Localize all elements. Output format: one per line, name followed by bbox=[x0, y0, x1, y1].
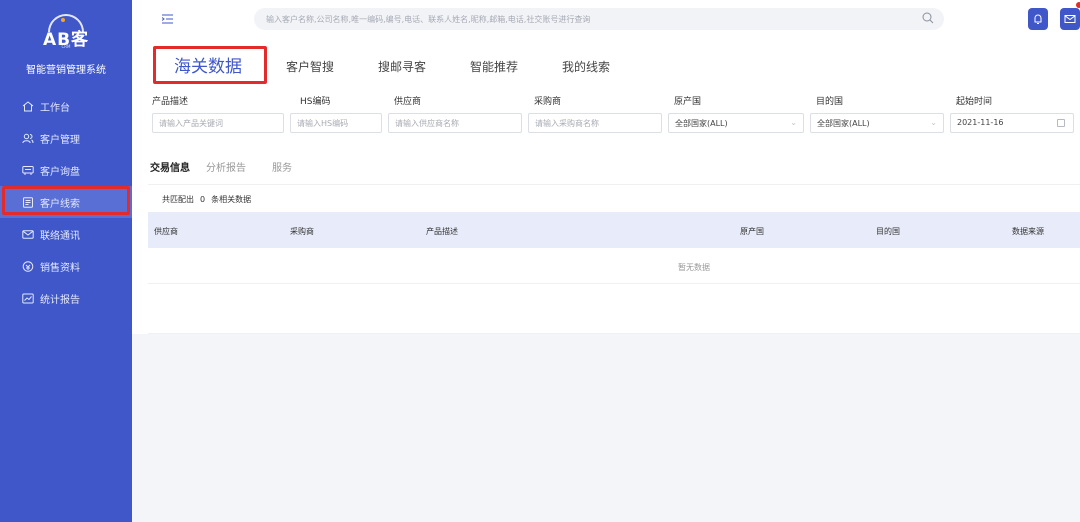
column-destination[interactable]: 目的国 bbox=[876, 226, 900, 237]
filter-bar: 产品描述 请输入产品关键词 HS编码 请输入HS编码 供应商 请输入供应商名称 … bbox=[132, 94, 1080, 136]
app-name: 智能营销管理系统 bbox=[26, 65, 106, 76]
logo: AB客 CRM bbox=[0, 6, 132, 58]
sidebar-item-label: 工作台 bbox=[40, 102, 70, 114]
start-date-value: 2021-11-16 bbox=[957, 118, 1004, 127]
search-input[interactable]: 输入客户名称,公司名称,唯一编码,编号,电话、联系人姓名,昵称,邮箱,电话,社交… bbox=[254, 8, 944, 30]
tab-smart-search[interactable]: 客户智搜 bbox=[286, 58, 334, 75]
sidebar-item-label: 客户询盘 bbox=[40, 166, 80, 178]
hs-input[interactable]: 请输入HS编码 bbox=[290, 113, 382, 133]
logo-sub: CRM bbox=[61, 44, 71, 49]
filter-label: 采购商 bbox=[534, 97, 562, 107]
chevron-down-icon: ⌄ bbox=[930, 118, 937, 127]
filter-supplier: 供应商 请输入供应商名称 bbox=[388, 94, 522, 133]
sidebar-item-sales-docs[interactable]: 销售资料 bbox=[0, 250, 132, 282]
tab-my-clues[interactable]: 我的线索 bbox=[562, 58, 610, 75]
tab-recommend[interactable]: 智能推荐 bbox=[470, 58, 518, 75]
supplier-input[interactable]: 请输入供应商名称 bbox=[388, 113, 522, 133]
topbar: 输入客户名称,公司名称,唯一编码,编号,电话、联系人姓名,昵称,邮箱,电话,社交… bbox=[132, 0, 1080, 40]
destination-select[interactable]: 全部国家(ALL) ⌄ bbox=[810, 113, 944, 133]
filter-start-date: 起始时间 2021-11-16 bbox=[950, 94, 1074, 133]
highlight-box-sidebar bbox=[2, 186, 130, 215]
filter-label: HS编码 bbox=[300, 97, 331, 107]
sidebar-item-label: 联络通讯 bbox=[40, 230, 80, 242]
tab-email-search[interactable]: 搜邮寻客 bbox=[378, 58, 426, 75]
users-icon bbox=[22, 133, 35, 144]
column-product[interactable]: 产品描述 bbox=[426, 226, 458, 237]
filter-product: 产品描述 请输入产品关键词 bbox=[152, 94, 284, 133]
sidebar-item-inquiries[interactable]: 客户询盘 bbox=[0, 154, 132, 186]
empty-state-text: 暂无数据 bbox=[678, 263, 710, 272]
tab-analysis[interactable]: 分析报告 bbox=[206, 159, 246, 174]
sidebar-item-label: 统计报告 bbox=[40, 294, 80, 306]
column-origin[interactable]: 原产国 bbox=[740, 226, 764, 237]
table-header: 供应商 采购商 产品描述 原产国 目的国 数据来源 bbox=[148, 212, 1080, 248]
origin-value: 全部国家(ALL) bbox=[675, 119, 728, 128]
filter-origin: 原产国 全部国家(ALL) ⌄ bbox=[668, 94, 804, 133]
sidebar-item-label: 客户管理 bbox=[40, 134, 80, 146]
destination-value: 全部国家(ALL) bbox=[817, 119, 870, 128]
table-body: 暂无数据 bbox=[148, 248, 1080, 284]
menu-toggle-icon[interactable] bbox=[162, 14, 173, 24]
sidebar-item-workbench[interactable]: 工作台 bbox=[0, 90, 132, 122]
notification-button[interactable] bbox=[1028, 8, 1048, 30]
sidebar-item-customers[interactable]: 客户管理 bbox=[0, 122, 132, 154]
filter-label: 产品描述 bbox=[152, 97, 189, 107]
start-date-input[interactable]: 2021-11-16 bbox=[950, 113, 1074, 133]
product-input[interactable]: 请输入产品关键词 bbox=[152, 113, 284, 133]
column-buyer[interactable]: 采购商 bbox=[290, 226, 314, 237]
notification-badge bbox=[1076, 2, 1080, 8]
result-count: 0 bbox=[200, 195, 206, 204]
home-icon bbox=[22, 100, 35, 112]
main-panel: 输入客户名称,公司名称,唯一编码,编号,电话、联系人姓名,昵称,邮箱,电话,社交… bbox=[132, 0, 1080, 522]
buyer-input[interactable]: 请输入采购商名称 bbox=[528, 113, 662, 133]
result-summary: 共匹配出 0 条相关数据 bbox=[148, 184, 1080, 212]
tab-service[interactable]: 服务 bbox=[272, 159, 292, 174]
message-button[interactable] bbox=[1060, 8, 1080, 30]
inquiry-icon bbox=[22, 165, 35, 176]
chevron-down-icon: ⌄ bbox=[790, 118, 797, 127]
column-supplier[interactable]: 供应商 bbox=[154, 226, 178, 237]
result-prefix: 共匹配出 bbox=[162, 195, 194, 204]
filter-label: 起始时间 bbox=[956, 97, 993, 107]
table-footer bbox=[148, 284, 1080, 334]
search-icon[interactable] bbox=[922, 12, 934, 24]
sidebar-item-reports[interactable]: 统计报告 bbox=[0, 282, 132, 314]
module-tabs: 海关数据 客户智搜 搜邮寻客 智能推荐 我的线索 bbox=[132, 46, 1080, 84]
calendar-icon bbox=[1057, 119, 1065, 127]
filter-buyer: 采购商 请输入采购商名称 bbox=[528, 94, 662, 133]
envelope-icon bbox=[1064, 15, 1076, 23]
result-suffix: 条相关数据 bbox=[211, 195, 252, 204]
filter-label: 目的国 bbox=[816, 97, 844, 107]
filter-label: 供应商 bbox=[394, 97, 422, 107]
sidebar-item-communication[interactable]: 联络通讯 bbox=[0, 218, 132, 250]
highlight-box-tab bbox=[153, 46, 267, 84]
filter-label: 原产国 bbox=[674, 97, 702, 107]
bell-icon bbox=[1034, 14, 1042, 24]
sidebar-item-label: 销售资料 bbox=[40, 262, 80, 274]
column-source[interactable]: 数据来源 bbox=[1012, 226, 1044, 237]
page-background bbox=[132, 334, 1080, 522]
filter-destination: 目的国 全部国家(ALL) ⌄ bbox=[810, 94, 944, 133]
report-icon bbox=[22, 293, 35, 304]
origin-select[interactable]: 全部国家(ALL) ⌄ bbox=[668, 113, 804, 133]
mail-icon bbox=[22, 229, 35, 240]
tab-transactions[interactable]: 交易信息 bbox=[150, 159, 190, 174]
filter-hs: HS编码 请输入HS编码 bbox=[290, 94, 382, 133]
sidebar: AB客 CRM 智能营销管理系统 工作台 客户管理 客户询盘 客户线索 联络通讯… bbox=[0, 0, 132, 522]
sales-doc-icon bbox=[22, 260, 35, 272]
